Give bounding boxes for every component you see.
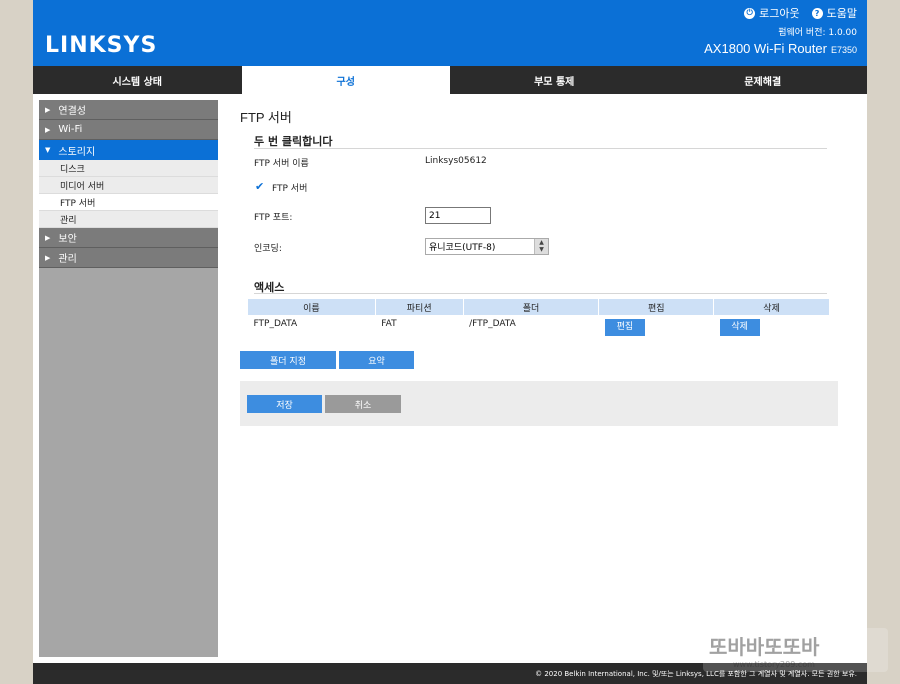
model-name: AX1800 Wi-Fi Router E7350: [704, 41, 857, 56]
sidebar-item-security[interactable]: ▶ 보안: [39, 228, 218, 248]
table-header-row: 이름 파티션 폴더 편집 삭제: [247, 298, 830, 316]
spinner-arrows-icon: ▲ ▼: [534, 239, 548, 254]
folder-assign-button[interactable]: 폴더 지정: [240, 351, 336, 369]
tab-configuration[interactable]: 구성: [241, 66, 450, 94]
sidebar-item-label: 관리: [58, 254, 77, 265]
sidebar-sub-ftp-server[interactable]: FTP 서버: [39, 194, 218, 211]
model-title: AX1800 Wi-Fi Router: [704, 41, 827, 56]
server-name-value: Linksys05612: [425, 156, 487, 166]
encoding-label: 인코딩:: [254, 244, 282, 254]
port-label: FTP 포트:: [254, 213, 293, 223]
cell-folder: /FTP_DATA: [469, 319, 516, 329]
header-links: ⏻ 로그아웃 ? 도움말: [744, 5, 857, 21]
col-header-edit: 편집: [598, 298, 715, 316]
help-icon: ?: [811, 7, 823, 19]
router-admin-page: LINKSYS ⏻ 로그아웃 ? 도움말 펌웨어 버전: 1.0.00 AX18…: [33, 0, 867, 684]
svg-text:www.tistory209.com: www.tistory209.com: [733, 660, 815, 669]
tab-parental-control[interactable]: 부모 통제: [450, 66, 659, 94]
divider: [254, 293, 827, 294]
logout-icon: ⏻: [744, 7, 756, 19]
firmware-version: 펌웨어 버전: 1.0.00: [778, 28, 857, 38]
tab-system-status[interactable]: 시스템 상태: [33, 66, 242, 94]
sidebar-item-label: 연결성: [58, 106, 86, 117]
logout-link[interactable]: ⏻ 로그아웃: [744, 5, 800, 21]
sidebar-item-label: 스토리지: [58, 146, 96, 158]
tab-troubleshooting[interactable]: 문제해결: [659, 66, 868, 94]
encoding-value: 유니코드(UTF-8): [429, 243, 496, 253]
help-label: 도움말: [826, 7, 857, 20]
header: LINKSYS ⏻ 로그아웃 ? 도움말 펌웨어 버전: 1.0.00 AX18…: [33, 0, 867, 66]
save-button[interactable]: 저장: [247, 395, 322, 413]
chevron-down-icon: ▼: [45, 146, 51, 154]
sidebar-sub-media-server[interactable]: 미디어 서버: [39, 177, 218, 194]
sidebar-item-storage[interactable]: ▼ 스토리지: [39, 140, 218, 160]
sidebar-item-label: Wi-Fi: [58, 124, 83, 135]
delete-button[interactable]: 삭제: [719, 319, 760, 336]
col-header-folder: 폴더: [462, 298, 600, 316]
server-name-label: FTP 서버 이름: [254, 159, 309, 169]
divider: [254, 148, 827, 149]
cancel-button[interactable]: 취소: [325, 395, 401, 413]
port-input[interactable]: [425, 207, 491, 224]
sidebar-item-admin[interactable]: ▶ 관리: [39, 248, 218, 268]
page-title: FTP 서버: [240, 110, 292, 125]
col-header-partition: 파티션: [374, 298, 464, 316]
model-code: E7350: [830, 45, 857, 55]
chevron-right-icon: ▶: [45, 125, 51, 134]
cell-edit: 편집: [599, 316, 714, 338]
sidebar-item-wifi[interactable]: ▶ Wi-Fi: [39, 120, 218, 140]
ftp-enable-checkbox[interactable]: ✔: [255, 181, 266, 192]
sidebar-item-label: 보안: [58, 234, 77, 245]
svg-text:또바바또또바: 또바바또또바: [709, 635, 820, 659]
access-table: 이름 파티션 폴더 편집 삭제 FTP_DATA FAT /FTP_DATA 편…: [247, 298, 830, 338]
cell-name: FTP_DATA: [253, 319, 298, 329]
storage-submenu: 디스크 미디어 서버 FTP 서버 관리: [39, 160, 218, 228]
summary-button[interactable]: 요약: [339, 351, 414, 369]
save-bar: 저장 취소: [240, 381, 838, 426]
chevron-right-icon: ▶: [45, 253, 51, 262]
linksys-logo: LINKSYS: [45, 33, 158, 58]
help-link[interactable]: ? 도움말: [811, 5, 857, 21]
cell-delete: 삭제: [714, 316, 830, 338]
table-row: FTP_DATA FAT /FTP_DATA 편집 삭제: [248, 316, 830, 338]
sidebar-sub-disk[interactable]: 디스크: [39, 160, 218, 177]
sidebar-item-connectivity[interactable]: ▶ 연결성: [39, 100, 218, 120]
sidebar: ▶ 연결성 ▶ Wi-Fi ▼ 스토리지 디스크 미디어 서버 FTP 서버 관리 ▶…: [39, 100, 218, 657]
ftp-enable-label: FTP 서버: [272, 184, 308, 194]
watermark-logo: 또바바또또바 www.tistory209.com: [703, 628, 888, 672]
cell-partition: FAT: [381, 319, 397, 329]
encoding-select[interactable]: 유니코드(UTF-8) ▲ ▼: [425, 238, 549, 255]
section-title: 두 번 클릭합니다: [254, 135, 333, 148]
col-header-delete: 삭제: [713, 298, 830, 316]
col-header-name: 이름: [247, 298, 376, 316]
edit-button[interactable]: 편집: [604, 319, 645, 336]
chevron-right-icon: ▶: [45, 233, 51, 242]
main-tabs: 시스템 상태 구성 부모 통제 문제해결: [33, 66, 867, 94]
sidebar-sub-admin[interactable]: 관리: [39, 211, 218, 228]
logout-label: 로그아웃: [759, 7, 800, 20]
chevron-right-icon: ▶: [45, 105, 51, 114]
